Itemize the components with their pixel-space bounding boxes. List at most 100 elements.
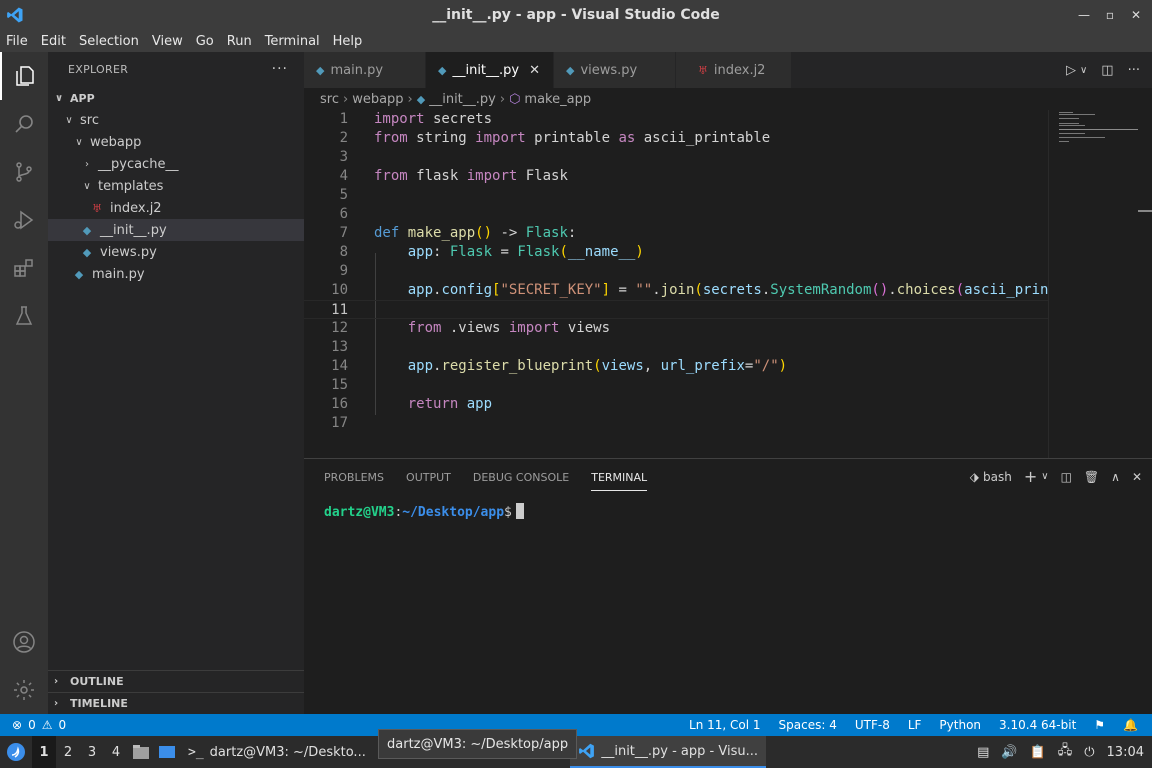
- task-terminal[interactable]: >_ dartz@VM3: ~/Deskto...: [180, 736, 370, 768]
- cursor-position[interactable]: Ln 11, Col 1: [689, 718, 761, 732]
- line-number: 2: [339, 130, 348, 146]
- tray-app-icon[interactable]: ▤: [977, 745, 989, 760]
- code-line: 7 def make_app() -> Flask:: [304, 224, 1048, 243]
- clock[interactable]: 13:04: [1107, 745, 1144, 760]
- chevron-down-icon[interactable]: ∨: [1041, 471, 1048, 482]
- close-tab-icon[interactable]: ✕: [529, 63, 540, 78]
- trash-icon[interactable]: 🗑: [1084, 470, 1099, 484]
- clipboard-icon[interactable]: 📋: [1030, 745, 1046, 760]
- file-manager-icon[interactable]: [128, 744, 154, 760]
- network-icon[interactable]: 🖧: [1058, 741, 1073, 763]
- breadcrumb-item[interactable]: __init__.py: [429, 92, 496, 107]
- tab-init-py[interactable]: ◆ __init__.py ✕: [426, 52, 554, 88]
- tab-debug-console[interactable]: DEBUG CONSOLE: [473, 471, 569, 484]
- tab-problems[interactable]: PROBLEMS: [324, 471, 384, 484]
- outline-section[interactable]: › OUTLINE: [48, 670, 304, 692]
- chevron-right-icon: ›: [85, 158, 89, 170]
- close-panel-icon[interactable]: ✕: [1132, 470, 1142, 484]
- indentation[interactable]: Spaces: 4: [779, 718, 837, 732]
- error-icon: ⊗: [12, 718, 23, 732]
- end-of-line[interactable]: LF: [908, 718, 922, 732]
- workspace-2[interactable]: 2: [56, 736, 80, 768]
- tree-item-pycache[interactable]: › __pycache__: [48, 153, 304, 175]
- problems-indicator[interactable]: ⊗ 0 ⚠ 0: [0, 718, 66, 732]
- account-icon[interactable]: [0, 618, 48, 666]
- tree-item-templates[interactable]: ∨ templates: [48, 175, 304, 197]
- code-line: 16 return app: [304, 395, 1048, 414]
- menu-selection[interactable]: Selection: [79, 34, 146, 49]
- tree-item-views-py[interactable]: ◆ views.py: [48, 241, 304, 263]
- menu-view[interactable]: View: [152, 34, 190, 49]
- tab-main-py[interactable]: ◆ main.py: [304, 52, 426, 88]
- extensions-icon[interactable]: [0, 244, 48, 292]
- menu-go[interactable]: Go: [196, 34, 221, 49]
- tab-terminal[interactable]: TERMINAL: [591, 471, 648, 491]
- timeline-section[interactable]: › TIMELINE: [48, 692, 304, 714]
- terminal-cursor: [515, 503, 524, 519]
- more-actions-icon[interactable]: ···: [272, 61, 288, 77]
- settings-gear-icon[interactable]: [0, 666, 48, 714]
- breadcrumb-item[interactable]: src: [320, 92, 339, 107]
- code-text: from flask import Flask: [374, 168, 568, 184]
- feedback-icon[interactable]: ⚑: [1094, 718, 1105, 732]
- tree-item-webapp[interactable]: ∨ webapp: [48, 131, 304, 153]
- menu-file[interactable]: File: [6, 34, 35, 49]
- terminal-shell-label[interactable]: bash: [983, 470, 1012, 484]
- workspace-3[interactable]: 3: [80, 736, 104, 768]
- menu-edit[interactable]: Edit: [41, 34, 73, 49]
- power-icon[interactable]: ⏻: [1084, 745, 1094, 760]
- menu-help[interactable]: Help: [333, 34, 370, 49]
- tree-item-init-py[interactable]: ◆ __init__.py: [48, 219, 304, 241]
- run-debug-icon[interactable]: [0, 196, 48, 244]
- tree-item-main-py[interactable]: ◆ main.py: [48, 263, 304, 285]
- explorer-icon[interactable]: [0, 52, 48, 100]
- split-terminal-icon[interactable]: ◫: [1061, 470, 1072, 484]
- run-python-file-icon[interactable]: ▷: [1066, 63, 1076, 78]
- tree-item-index-j2[interactable]: ♅ index.j2: [48, 197, 304, 219]
- close-icon[interactable]: ✕: [1128, 7, 1144, 23]
- tree-root-app[interactable]: ∨ APP: [48, 87, 304, 109]
- more-actions-icon[interactable]: ···: [1128, 63, 1140, 78]
- window-title: __init__.py - app - Visual Studio Code: [432, 7, 720, 23]
- bottom-panel: PROBLEMS OUTPUT DEBUG CONSOLE TERMINAL ⬗…: [304, 458, 1152, 714]
- breadcrumb-item[interactable]: make_app: [524, 92, 591, 107]
- code-line: 17: [304, 414, 1048, 433]
- split-editor-icon[interactable]: ◫: [1101, 63, 1113, 78]
- new-terminal-icon[interactable]: +: [1024, 467, 1037, 486]
- vscode-app-icon: [579, 743, 594, 759]
- desktop-icon[interactable]: [154, 744, 180, 760]
- search-icon[interactable]: [0, 100, 48, 148]
- workspace-1[interactable]: 1: [32, 736, 56, 768]
- tab-index-j2[interactable]: ♅ index.j2: [676, 52, 792, 88]
- tree-item-src[interactable]: ∨ src: [48, 109, 304, 131]
- editor-scrollbar[interactable]: [1138, 110, 1152, 458]
- breadcrumb-item[interactable]: webapp: [352, 92, 403, 107]
- notifications-bell-icon[interactable]: 🔔: [1123, 718, 1138, 732]
- python-interpreter[interactable]: 3.10.4 64-bit: [999, 718, 1076, 732]
- task-vscode[interactable]: __init__.py - app - Visu...: [570, 736, 766, 768]
- code-text: app: Flask = Flask(__name__): [407, 244, 644, 260]
- menu-terminal[interactable]: Terminal: [265, 34, 327, 49]
- minimize-icon[interactable]: —: [1076, 7, 1092, 23]
- volume-icon[interactable]: 🔊: [1001, 745, 1017, 760]
- python-icon: ◆: [566, 63, 575, 77]
- maximize-panel-icon[interactable]: ∧: [1111, 470, 1120, 484]
- maximize-icon[interactable]: ▫: [1102, 7, 1118, 23]
- testing-icon[interactable]: [0, 292, 48, 340]
- language-mode[interactable]: Python: [939, 718, 981, 732]
- tab-views-py[interactable]: ◆ views.py: [554, 52, 676, 88]
- tab-output[interactable]: OUTPUT: [406, 471, 451, 484]
- menu-run[interactable]: Run: [227, 34, 259, 49]
- python-file-icon: ◆: [82, 245, 92, 259]
- code-editor[interactable]: 1 import secrets 2 from string import prin…: [304, 110, 1048, 458]
- source-control-icon[interactable]: [0, 148, 48, 196]
- minimap[interactable]: [1048, 110, 1139, 458]
- terminal-output[interactable]: dartz@VM3:~/Desktop/app$: [324, 503, 524, 520]
- app-menu-icon[interactable]: [0, 736, 32, 768]
- workspace-4[interactable]: 4: [104, 736, 128, 768]
- jinja-icon: ♅: [698, 63, 708, 77]
- run-dropdown-chevron-icon[interactable]: ∨: [1080, 65, 1087, 76]
- encoding[interactable]: UTF-8: [855, 718, 890, 732]
- line-number: 13: [331, 339, 348, 355]
- tab-label: views.py: [580, 62, 638, 78]
